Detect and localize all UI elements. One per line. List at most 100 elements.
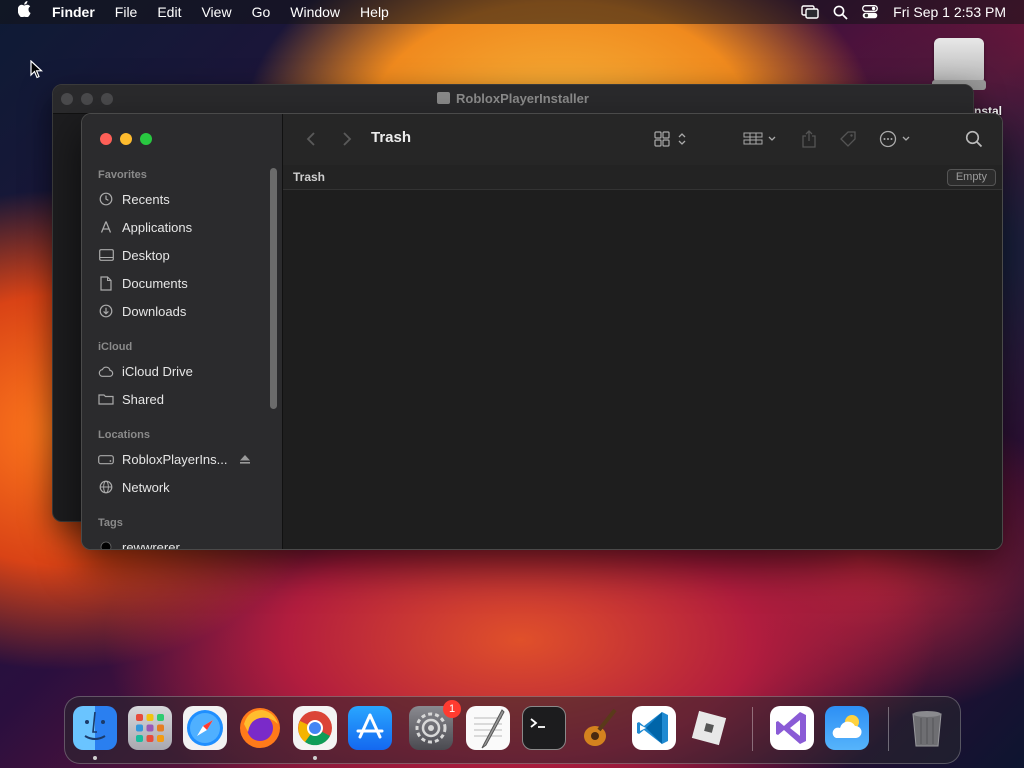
view-mode-button[interactable] [654, 128, 692, 150]
sidebar-item-label: Applications [122, 219, 193, 235]
menu-go[interactable]: Go [242, 0, 281, 24]
dock-firefox-icon[interactable] [238, 706, 282, 750]
finder-content: Trash Trash Empty [283, 114, 1002, 549]
download-icon [98, 303, 114, 319]
sidebar-item-documents[interactable]: Documents [98, 271, 268, 295]
menu-file[interactable]: File [105, 0, 148, 24]
trash-header-bar: Trash Empty [283, 165, 1002, 190]
apple-icon[interactable] [0, 0, 42, 24]
empty-trash-button[interactable]: Empty [946, 169, 996, 186]
sidebar-item-label: iCloud Drive [122, 363, 193, 379]
menu-view[interactable]: View [191, 0, 241, 24]
icloud-header: iCloud [98, 341, 133, 353]
menu-bar: Finder File Edit View Go Window Help Fri… [0, 0, 1024, 24]
sidebar-item-applications[interactable]: Applications [98, 215, 268, 239]
finder-window[interactable]: Favorites Recents Applications Desktop D… [81, 113, 1003, 550]
sidebar-item-label: RobloxPlayerIns... [122, 451, 228, 467]
dock-visual-studio-icon[interactable] [770, 706, 814, 750]
dock-vscode-icon[interactable] [632, 706, 676, 750]
share-button[interactable] [799, 128, 819, 150]
sidebar-item-desktop[interactable]: Desktop [98, 243, 268, 267]
search-button[interactable] [963, 128, 985, 150]
dock-trash-icon[interactable] [905, 706, 949, 750]
forward-button[interactable] [339, 128, 355, 150]
desktop-icon [98, 247, 114, 263]
minimize-button[interactable] [120, 133, 132, 145]
group-grid-icon [743, 132, 776, 145]
menu-clock[interactable]: Fri Sep 1 2:53 PM [885, 4, 1024, 20]
menu-edit[interactable]: Edit [147, 0, 191, 24]
dock-safari-icon[interactable] [183, 706, 227, 750]
sidebar-item-downloads[interactable]: Downloads [98, 299, 268, 323]
eject-icon[interactable] [238, 452, 252, 466]
drive-icon [98, 451, 114, 467]
dock-textedit-icon[interactable] [466, 706, 510, 750]
sidebar-item-label: Network [122, 479, 170, 495]
dock-app-store-icon[interactable] [348, 706, 392, 750]
dock: 1 [64, 696, 961, 764]
sidebar-item-label: rewwrerer [122, 539, 180, 550]
close-button[interactable] [100, 133, 112, 145]
sidebar-scrollbar[interactable] [270, 168, 277, 409]
dock-separator [888, 707, 889, 751]
chevron-left-icon [306, 132, 315, 146]
ellipsis-circle-icon [879, 130, 910, 148]
sidebar-item-label: Documents [122, 275, 188, 291]
running-indicator [313, 756, 317, 760]
sidebar-item-tag[interactable]: rewwrerer [98, 535, 268, 550]
installer-window-title: RobloxPlayerInstaller [456, 91, 589, 106]
document-icon [98, 275, 114, 291]
tag-button[interactable] [837, 128, 859, 150]
shared-folder-icon [98, 391, 114, 407]
sidebar-item-recents[interactable]: Recents [98, 187, 268, 211]
spotlight-search-icon[interactable] [828, 0, 852, 24]
sidebar-item-roblox-installer-volume[interactable]: RobloxPlayerIns... [98, 447, 268, 471]
finder-sidebar: Favorites Recents Applications Desktop D… [82, 114, 283, 549]
dock-chrome-icon[interactable] [293, 706, 337, 750]
dock-separator [752, 707, 753, 751]
action-menu-button[interactable] [879, 128, 917, 150]
dock-launchpad-icon[interactable] [128, 706, 172, 750]
applications-icon [98, 219, 114, 235]
sidebar-item-network[interactable]: Network [98, 475, 268, 499]
sidebar-item-label: Downloads [122, 303, 187, 319]
sidebar-item-label: Recents [122, 191, 170, 207]
menu-help[interactable]: Help [350, 0, 399, 24]
window-title: Trash [371, 129, 412, 146]
finder-toolbar: Trash [283, 114, 1002, 166]
installer-title-bar[interactable]: RobloxPlayerInstaller [53, 85, 973, 114]
back-button[interactable] [303, 128, 319, 150]
group-by-button[interactable] [742, 128, 780, 150]
sidebar-item-icloud-drive[interactable]: iCloud Drive [98, 359, 268, 383]
sidebar-item-label: Shared [122, 391, 164, 407]
tag-icon [840, 131, 856, 147]
tag-dot-icon [98, 539, 114, 549]
sidebar-item-label: Desktop [122, 247, 170, 263]
menu-app-name[interactable]: Finder [42, 0, 105, 24]
cloud-icon [98, 363, 114, 379]
dock-system-settings-icon[interactable]: 1 [409, 700, 461, 750]
control-center-icon[interactable] [858, 0, 882, 24]
menu-window[interactable]: Window [280, 0, 350, 24]
mouse-cursor-icon [30, 60, 44, 79]
tags-header: Tags [98, 517, 123, 529]
dock-finder-icon[interactable] [73, 706, 117, 750]
locations-header: Locations [98, 429, 150, 441]
dock-weather-icon[interactable] [825, 706, 869, 750]
dock-garageband-icon[interactable] [577, 706, 621, 750]
icon-view-icon [654, 131, 686, 147]
disk-icon [437, 92, 451, 104]
screen-mirroring-icon[interactable] [798, 0, 822, 24]
globe-icon [98, 479, 114, 495]
chevron-right-icon [343, 132, 352, 146]
dock-roblox-icon[interactable] [687, 706, 731, 750]
zoom-button[interactable] [140, 133, 152, 145]
dock-terminal-icon[interactable] [522, 706, 566, 750]
share-icon [802, 130, 816, 148]
notification-badge: 1 [443, 700, 461, 718]
search-icon [965, 130, 983, 148]
trash-label: Trash [293, 170, 326, 184]
running-indicator [93, 756, 97, 760]
sidebar-item-shared[interactable]: Shared [98, 387, 268, 411]
clock-icon [98, 191, 114, 207]
